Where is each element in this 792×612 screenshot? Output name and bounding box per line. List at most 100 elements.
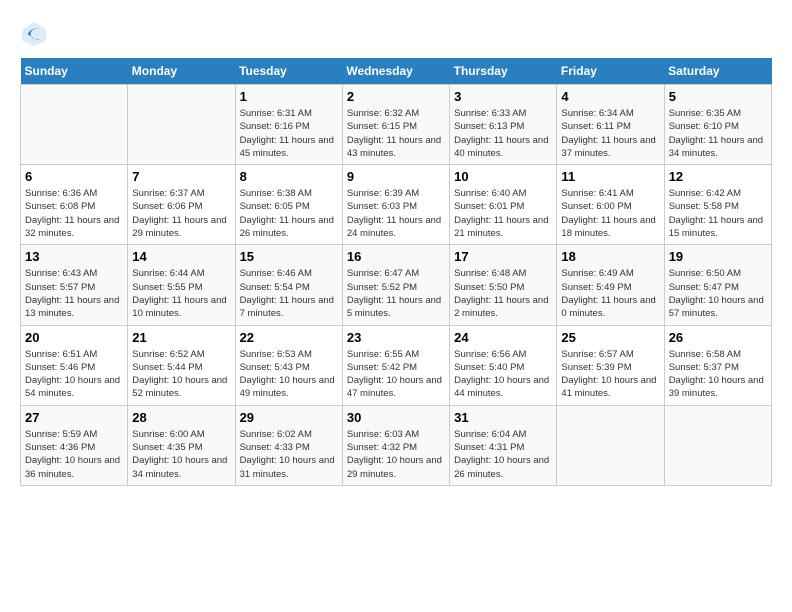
calendar-week-row: 20 Sunrise: 6:51 AM Sunset: 5:46 PM Dayli…: [21, 325, 772, 405]
calendar-cell: 2 Sunrise: 6:32 AM Sunset: 6:15 PM Daylig…: [342, 85, 449, 165]
day-number: 27: [25, 410, 123, 425]
day-info: Sunrise: 6:37 AM Sunset: 6:06 PM Dayligh…: [132, 187, 230, 240]
day-info: Sunrise: 6:41 AM Sunset: 6:00 PM Dayligh…: [561, 187, 659, 240]
day-number: 5: [669, 89, 767, 104]
calendar-cell: 25 Sunrise: 6:57 AM Sunset: 5:39 PM Dayli…: [557, 325, 664, 405]
day-info: Sunrise: 6:50 AM Sunset: 5:47 PM Dayligh…: [669, 267, 767, 320]
weekday-header-sunday: Sunday: [21, 58, 128, 85]
day-info: Sunrise: 6:35 AM Sunset: 6:10 PM Dayligh…: [669, 107, 767, 160]
day-number: 14: [132, 249, 230, 264]
calendar-cell: 4Sunrise: 6:34 AM Sunset: 6:11 PM Daylig…: [557, 85, 664, 165]
day-info: Sunrise: 6:40 AM Sunset: 6:01 PM Dayligh…: [454, 187, 552, 240]
day-info: Sunrise: 6:32 AM Sunset: 6:15 PM Dayligh…: [347, 107, 445, 160]
calendar-cell: 6Sunrise: 6:36 AM Sunset: 6:08 PM Daylig…: [21, 165, 128, 245]
calendar-cell: 29 Sunrise: 6:02 AM Sunset: 4:33 PM Dayli…: [235, 405, 342, 485]
day-info: Sunrise: 6:03 AM Sunset: 4:32 PM Dayligh…: [347, 428, 445, 481]
calendar-header-row: SundayMondayTuesdayWednesdayThursdayFrid…: [21, 58, 772, 85]
day-info: Sunrise: 6:38 AM Sunset: 6:05 PM Dayligh…: [240, 187, 338, 240]
calendar-cell: 14 Sunrise: 6:44 AM Sunset: 5:55 PM Dayli…: [128, 245, 235, 325]
calendar-cell: 13Sunrise: 6:43 AM Sunset: 5:57 PM Dayli…: [21, 245, 128, 325]
calendar-table: SundayMondayTuesdayWednesdayThursdayFrid…: [20, 58, 772, 486]
calendar-cell: 18 Sunrise: 6:49 AM Sunset: 5:49 PM Dayli…: [557, 245, 664, 325]
day-info: Sunrise: 6:04 AM Sunset: 4:31 PM Dayligh…: [454, 428, 552, 481]
calendar-cell: 9 Sunrise: 6:39 AM Sunset: 6:03 PM Daylig…: [342, 165, 449, 245]
day-number: 26: [669, 330, 767, 345]
day-number: 8: [240, 169, 338, 184]
day-info: Sunrise: 6:58 AM Sunset: 5:37 PM Dayligh…: [669, 348, 767, 401]
day-info: Sunrise: 6:02 AM Sunset: 4:33 PM Dayligh…: [240, 428, 338, 481]
day-info: Sunrise: 6:55 AM Sunset: 5:42 PM Dayligh…: [347, 348, 445, 401]
day-info: Sunrise: 6:51 AM Sunset: 5:46 PM Dayligh…: [25, 348, 123, 401]
calendar-cell: [557, 405, 664, 485]
day-number: 11: [561, 169, 659, 184]
day-number: 23: [347, 330, 445, 345]
calendar-cell: 17 Sunrise: 6:48 AM Sunset: 5:50 PM Dayli…: [450, 245, 557, 325]
calendar-cell: 1 Sunrise: 6:31 AM Sunset: 6:16 PM Daylig…: [235, 85, 342, 165]
calendar-cell: [128, 85, 235, 165]
day-number: 17: [454, 249, 552, 264]
day-info: Sunrise: 6:39 AM Sunset: 6:03 PM Dayligh…: [347, 187, 445, 240]
day-info: Sunrise: 6:57 AM Sunset: 5:39 PM Dayligh…: [561, 348, 659, 401]
day-info: Sunrise: 6:53 AM Sunset: 5:43 PM Dayligh…: [240, 348, 338, 401]
calendar-cell: 11 Sunrise: 6:41 AM Sunset: 6:00 PM Dayli…: [557, 165, 664, 245]
day-number: 10: [454, 169, 552, 184]
day-number: 2: [347, 89, 445, 104]
day-info: Sunrise: 6:36 AM Sunset: 6:08 PM Dayligh…: [25, 187, 123, 240]
day-info: Sunrise: 6:31 AM Sunset: 6:16 PM Dayligh…: [240, 107, 338, 160]
day-number: 1: [240, 89, 338, 104]
calendar-cell: 28Sunrise: 6:00 AM Sunset: 4:35 PM Dayli…: [128, 405, 235, 485]
day-number: 9: [347, 169, 445, 184]
logo: [20, 20, 52, 48]
day-info: Sunrise: 6:47 AM Sunset: 5:52 PM Dayligh…: [347, 267, 445, 320]
day-number: 12: [669, 169, 767, 184]
calendar-week-row: 13Sunrise: 6:43 AM Sunset: 5:57 PM Dayli…: [21, 245, 772, 325]
day-info: Sunrise: 6:42 AM Sunset: 5:58 PM Dayligh…: [669, 187, 767, 240]
calendar-cell: 8 Sunrise: 6:38 AM Sunset: 6:05 PM Daylig…: [235, 165, 342, 245]
calendar-cell: 3Sunrise: 6:33 AM Sunset: 6:13 PM Daylig…: [450, 85, 557, 165]
weekday-header-thursday: Thursday: [450, 58, 557, 85]
day-number: 31: [454, 410, 552, 425]
day-number: 19: [669, 249, 767, 264]
day-number: 15: [240, 249, 338, 264]
day-number: 24: [454, 330, 552, 345]
weekday-header-wednesday: Wednesday: [342, 58, 449, 85]
day-info: Sunrise: 6:52 AM Sunset: 5:44 PM Dayligh…: [132, 348, 230, 401]
calendar-cell: 10 Sunrise: 6:40 AM Sunset: 6:01 PM Dayli…: [450, 165, 557, 245]
day-number: 22: [240, 330, 338, 345]
day-info: Sunrise: 5:59 AM Sunset: 4:36 PM Dayligh…: [25, 428, 123, 481]
calendar-cell: 12 Sunrise: 6:42 AM Sunset: 5:58 PM Dayli…: [664, 165, 771, 245]
day-number: 25: [561, 330, 659, 345]
day-number: 21: [132, 330, 230, 345]
calendar-cell: 21 Sunrise: 6:52 AM Sunset: 5:44 PM Dayli…: [128, 325, 235, 405]
calendar-cell: 7Sunrise: 6:37 AM Sunset: 6:06 PM Daylig…: [128, 165, 235, 245]
day-info: Sunrise: 6:33 AM Sunset: 6:13 PM Dayligh…: [454, 107, 552, 160]
day-info: Sunrise: 6:34 AM Sunset: 6:11 PM Dayligh…: [561, 107, 659, 160]
day-info: Sunrise: 6:56 AM Sunset: 5:40 PM Dayligh…: [454, 348, 552, 401]
calendar-cell: 16 Sunrise: 6:47 AM Sunset: 5:52 PM Dayli…: [342, 245, 449, 325]
calendar-cell: 24 Sunrise: 6:56 AM Sunset: 5:40 PM Dayli…: [450, 325, 557, 405]
day-info: Sunrise: 6:46 AM Sunset: 5:54 PM Dayligh…: [240, 267, 338, 320]
logo-icon: [20, 20, 48, 48]
calendar-cell: 23 Sunrise: 6:55 AM Sunset: 5:42 PM Dayli…: [342, 325, 449, 405]
calendar-cell: 15 Sunrise: 6:46 AM Sunset: 5:54 PM Dayli…: [235, 245, 342, 325]
day-number: 16: [347, 249, 445, 264]
calendar-cell: [21, 85, 128, 165]
calendar-cell: [664, 405, 771, 485]
day-number: 18: [561, 249, 659, 264]
day-number: 29: [240, 410, 338, 425]
page-header: [20, 20, 772, 48]
day-info: Sunrise: 6:48 AM Sunset: 5:50 PM Dayligh…: [454, 267, 552, 320]
calendar-week-row: 1 Sunrise: 6:31 AM Sunset: 6:16 PM Daylig…: [21, 85, 772, 165]
calendar-cell: 19 Sunrise: 6:50 AM Sunset: 5:47 PM Dayli…: [664, 245, 771, 325]
day-number: 13: [25, 249, 123, 264]
day-info: Sunrise: 6:44 AM Sunset: 5:55 PM Dayligh…: [132, 267, 230, 320]
calendar-cell: 31 Sunrise: 6:04 AM Sunset: 4:31 PM Dayli…: [450, 405, 557, 485]
day-info: Sunrise: 6:49 AM Sunset: 5:49 PM Dayligh…: [561, 267, 659, 320]
calendar-cell: 26 Sunrise: 6:58 AM Sunset: 5:37 PM Dayli…: [664, 325, 771, 405]
weekday-header-saturday: Saturday: [664, 58, 771, 85]
day-number: 20: [25, 330, 123, 345]
weekday-header-monday: Monday: [128, 58, 235, 85]
day-number: 30: [347, 410, 445, 425]
weekday-header-friday: Friday: [557, 58, 664, 85]
calendar-cell: 20 Sunrise: 6:51 AM Sunset: 5:46 PM Dayli…: [21, 325, 128, 405]
